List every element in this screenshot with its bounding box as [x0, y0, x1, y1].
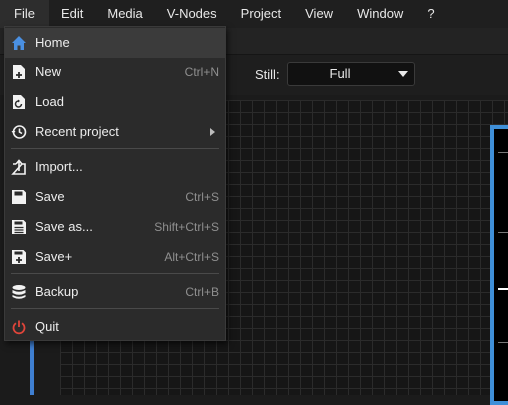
frame-tick	[498, 288, 508, 290]
database-icon	[12, 285, 26, 299]
preview-frame[interactable]	[490, 125, 508, 405]
menu-item-shortcut: Shift+Ctrl+S	[154, 220, 219, 234]
menu-item-shortcut: Alt+Ctrl+S	[164, 250, 219, 264]
menu-media[interactable]: Media	[95, 0, 154, 28]
frame-tick	[498, 232, 508, 233]
menu-item-label: Quit	[35, 319, 59, 334]
menu-item-label: Import...	[35, 159, 83, 174]
home-icon	[12, 36, 26, 50]
menu-item-save[interactable]: Save Ctrl+S	[5, 182, 225, 212]
panel-accent-bar	[30, 336, 34, 395]
menu-item-home[interactable]: Home	[5, 28, 225, 58]
menu-item-quit[interactable]: Quit	[5, 312, 225, 342]
menu-item-shortcut: Ctrl+B	[185, 285, 219, 299]
menu-separator	[11, 273, 219, 274]
still-select[interactable]: Full	[287, 62, 415, 86]
menu-item-label: Recent project	[35, 124, 119, 139]
menu-separator	[11, 148, 219, 149]
menubar: File Edit Media V-Nodes Project View Win…	[0, 0, 508, 28]
save-plus-icon	[12, 250, 26, 264]
menu-item-load[interactable]: Load	[5, 87, 225, 117]
menu-item-import[interactable]: Import...	[5, 152, 225, 182]
menu-item-label: Save as...	[35, 219, 93, 234]
menu-item-label: Save+	[35, 249, 73, 264]
menu-item-label: Save	[35, 189, 65, 204]
menu-item-shortcut: Ctrl+N	[184, 65, 219, 79]
frame-tick	[498, 152, 508, 153]
menu-separator	[11, 308, 219, 309]
menu-item-label: Home	[35, 35, 70, 50]
import-icon	[11, 159, 26, 175]
save-as-icon	[12, 220, 26, 234]
menu-project[interactable]: Project	[229, 0, 293, 28]
power-icon	[12, 320, 26, 335]
menu-window[interactable]: Window	[345, 0, 415, 28]
still-select-value: Full	[329, 66, 351, 81]
load-icon	[13, 95, 25, 109]
chevron-down-icon	[398, 71, 408, 77]
menu-item-backup[interactable]: Backup Ctrl+B	[5, 277, 225, 307]
chevron-right-icon	[210, 128, 215, 136]
menu-item-save-as[interactable]: Save as... Shift+Ctrl+S	[5, 212, 225, 242]
menu-item-label: New	[35, 64, 62, 79]
menu-item-shortcut: Ctrl+S	[185, 190, 219, 204]
menu-view[interactable]: View	[293, 0, 345, 28]
menu-item-label: Load	[35, 94, 64, 109]
still-label: Still:	[255, 67, 280, 82]
menu-item-label: Backup	[35, 284, 79, 299]
new-file-icon	[13, 65, 25, 79]
menu-item-new[interactable]: New Ctrl+N	[5, 57, 225, 87]
menu-help[interactable]: ?	[415, 0, 446, 28]
menu-v-nodes[interactable]: V-Nodes	[155, 0, 229, 28]
menu-item-save-plus[interactable]: Save+ Alt+Ctrl+S	[5, 242, 225, 272]
menu-item-recent-project[interactable]: Recent project	[5, 117, 225, 147]
save-icon	[12, 190, 26, 204]
history-icon	[11, 125, 27, 139]
file-menu-dropdown: Home New Ctrl+N Load Recent project Impo…	[4, 26, 226, 341]
menu-file[interactable]: File	[0, 0, 49, 28]
menu-edit[interactable]: Edit	[49, 0, 95, 28]
frame-tick	[498, 342, 508, 343]
